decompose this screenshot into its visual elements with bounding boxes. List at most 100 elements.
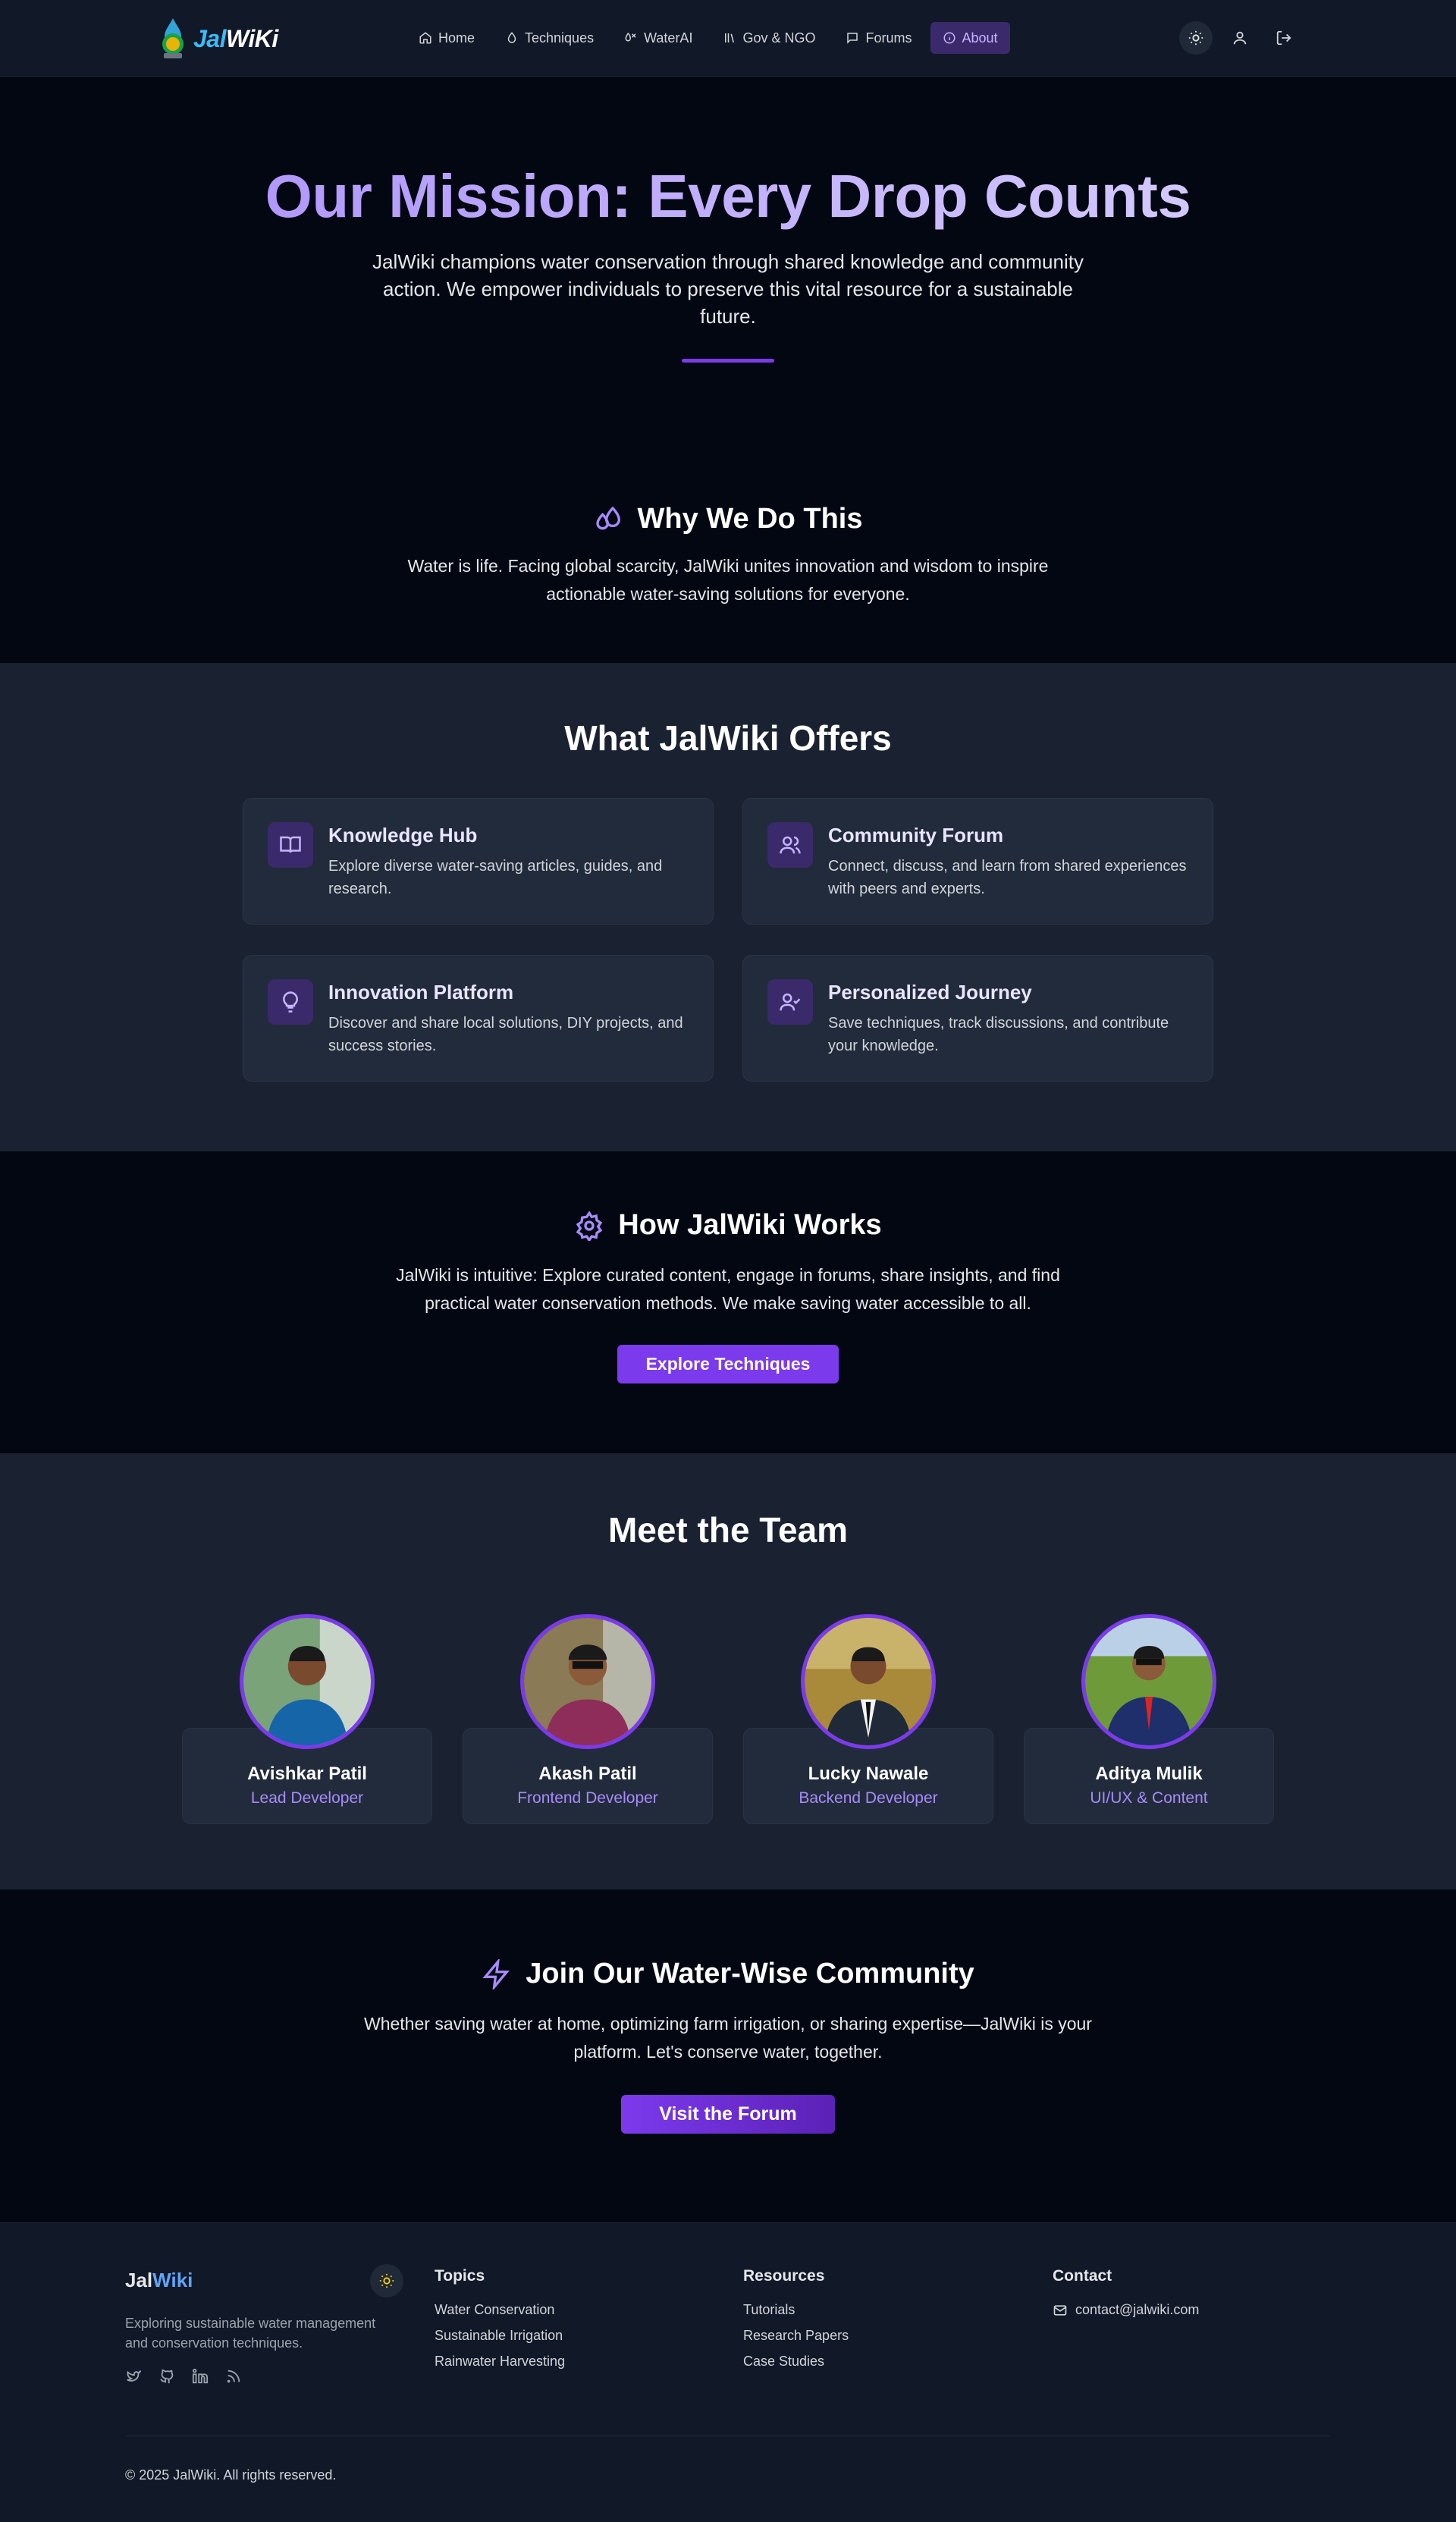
why-section: Why We Do This Water is life. Facing glo…	[0, 441, 1456, 663]
member-role: Backend Developer	[799, 1789, 938, 1807]
member-name: Avishkar Patil	[247, 1764, 367, 1784]
nav-home-label: Home	[438, 30, 475, 46]
avatar	[801, 1614, 936, 1749]
theme-toggle-button[interactable]	[1179, 21, 1213, 55]
contact-email-link[interactable]: contact@jalwiki.com	[1053, 2302, 1199, 2318]
rss-icon[interactable]	[225, 2368, 242, 2385]
avatar	[240, 1614, 375, 1749]
logo-emblem-icon	[162, 18, 184, 58]
offer-card-title: Knowledge Hub	[328, 824, 478, 846]
footer-contact: Contact contact@jalwiki.com	[1053, 2267, 1199, 2318]
mail-icon	[1053, 2304, 1067, 2316]
offer-card-text: Save techniques, track discussions, and …	[828, 1015, 1169, 1054]
github-icon[interactable]	[158, 2368, 175, 2385]
twitter-icon[interactable]	[125, 2368, 142, 2385]
team-member-card: Akash Patil Frontend Developer	[463, 1614, 713, 1824]
sun-icon	[379, 2273, 394, 2288]
how-text: JalWiki is intuitive: Explore curated co…	[396, 1265, 1060, 1313]
footer-link[interactable]: Water Conservation	[435, 2302, 565, 2318]
offers-grid: Knowledge Hub Explore diverse water-savi…	[243, 798, 1213, 1082]
book-open-icon	[280, 836, 301, 853]
footer-resources: Resources Tutorials Research Papers Case…	[743, 2267, 849, 2379]
team-title: Meet the Team	[607, 1510, 849, 1550]
team-member-card: Aditya Mulik UI/UX & Content	[1024, 1614, 1274, 1824]
offer-card-knowledge-hub: Knowledge Hub Explore diverse water-savi…	[243, 798, 714, 925]
top-navbar: JalWiKi Home Techniques WaterAI Gov & NG…	[0, 0, 1456, 77]
why-title: Why We Do This	[637, 503, 863, 535]
nav-about[interactable]: About	[930, 22, 1010, 54]
offers-title: What JalWiki Offers	[564, 718, 892, 758]
main-nav: Home Techniques WaterAI Gov & NGO Forums…	[406, 22, 1010, 54]
hero-divider	[682, 359, 774, 363]
footer-theme-toggle-button[interactable]	[370, 2264, 403, 2297]
logout-button[interactable]	[1267, 21, 1301, 55]
droplet-icon	[507, 32, 516, 43]
how-title: How JalWiki Works	[618, 1209, 882, 1241]
offer-card-text: Explore diverse water-saving articles, g…	[328, 858, 663, 897]
footer-resources-title: Resources	[743, 2267, 825, 2285]
offer-card-innovation-platform: Innovation Platform Discover and share l…	[243, 955, 714, 1082]
team-grid: Avishkar Patil Lead Developer Akash Pati…	[182, 1614, 1274, 1824]
offer-card-personalized-journey: Personalized Journey Save techniques, tr…	[742, 955, 1213, 1082]
offer-card-title: Community Forum	[828, 824, 1004, 846]
nav-waterai[interactable]: WaterAI	[612, 22, 704, 54]
footer-topics-title: Topics	[435, 2267, 485, 2285]
member-name: Lucky Nawale	[808, 1764, 929, 1784]
footer-link[interactable]: Research Papers	[743, 2328, 849, 2344]
member-name: Aditya Mulik	[1095, 1764, 1203, 1784]
hero-section: Our Mission: Every Drop Counts JalWiki c…	[0, 77, 1456, 441]
profile-button[interactable]	[1223, 21, 1257, 55]
footer-contact-title: Contact	[1053, 2267, 1112, 2285]
join-section: Join Our Water-Wise Community Whether sa…	[0, 1889, 1456, 2222]
nav-about-label: About	[962, 30, 998, 46]
nav-gov-ngo-label: Gov & NGO	[742, 30, 816, 46]
footer-logo[interactable]: JalWiki	[125, 2269, 406, 2292]
footer-description: Exploring sustainable water management a…	[125, 2316, 376, 2351]
nav-forums[interactable]: Forums	[833, 22, 924, 54]
contact-email: contact@jalwiki.com	[1075, 2302, 1200, 2317]
hero-title: Our Mission: Every Drop Counts	[0, 162, 1456, 231]
offer-card-title: Innovation Platform	[328, 981, 514, 1003]
why-text: Water is life. Facing global scarcity, J…	[407, 556, 1049, 604]
footer-brand: JalWiki Exploring sustainable water mana…	[125, 2264, 406, 2385]
message-icon	[847, 33, 858, 44]
info-icon	[943, 32, 955, 44]
home-icon	[419, 32, 431, 44]
footer-link[interactable]: Rainwater Harvesting	[435, 2354, 565, 2370]
member-role: Lead Developer	[250, 1789, 364, 1807]
footer-link[interactable]: Tutorials	[743, 2302, 849, 2318]
footer-topics: Topics Water Conservation Sustainable Ir…	[435, 2267, 565, 2379]
team-member-card: Avishkar Patil Lead Developer	[182, 1614, 432, 1824]
member-name: Akash Patil	[538, 1764, 637, 1784]
nav-actions	[1179, 21, 1301, 55]
copyright: © 2025 JalWiki. All rights reserved.	[125, 2467, 337, 2483]
nav-techniques-label: Techniques	[525, 30, 595, 46]
footer-link[interactable]: Sustainable Irrigation	[435, 2328, 565, 2344]
team-member-card: Lucky Nawale Backend Developer	[743, 1614, 993, 1824]
logout-icon	[1276, 30, 1291, 46]
users-icon	[780, 836, 801, 854]
library-icon	[725, 33, 735, 43]
lightbulb-icon	[283, 991, 298, 1013]
linkedin-icon[interactable]	[192, 2368, 209, 2385]
sun-icon	[1188, 30, 1203, 46]
avatar	[520, 1614, 655, 1749]
explore-techniques-button[interactable]: Explore Techniques	[617, 1345, 839, 1383]
nav-gov-ngo[interactable]: Gov & NGO	[711, 22, 827, 54]
user-check-icon	[780, 993, 801, 1011]
footer: JalWiki Exploring sustainable water mana…	[0, 2222, 1456, 2522]
nav-home[interactable]: Home	[406, 22, 487, 54]
nav-techniques[interactable]: Techniques	[493, 22, 606, 54]
nav-forums-label: Forums	[865, 30, 912, 46]
visit-forum-button[interactable]: Visit the Forum	[621, 2095, 835, 2134]
logo-text-jal: Jal	[193, 24, 226, 52]
offers-section: What JalWiki Offers Knowledge Hub Explor…	[0, 663, 1456, 1151]
footer-logo-jal: Jal	[125, 2269, 153, 2291]
site-logo[interactable]: JalWiKi	[155, 17, 278, 61]
footer-link[interactable]: Case Studies	[743, 2354, 849, 2370]
join-title: Join Our Water-Wise Community	[526, 1958, 974, 1990]
zap-icon	[482, 1958, 510, 1990]
hero-text: JalWiki champions water conservation thr…	[372, 250, 1084, 328]
how-section: How JalWiki Works JalWiki is intuitive: …	[0, 1151, 1456, 1453]
water-ai-icon	[625, 32, 636, 42]
